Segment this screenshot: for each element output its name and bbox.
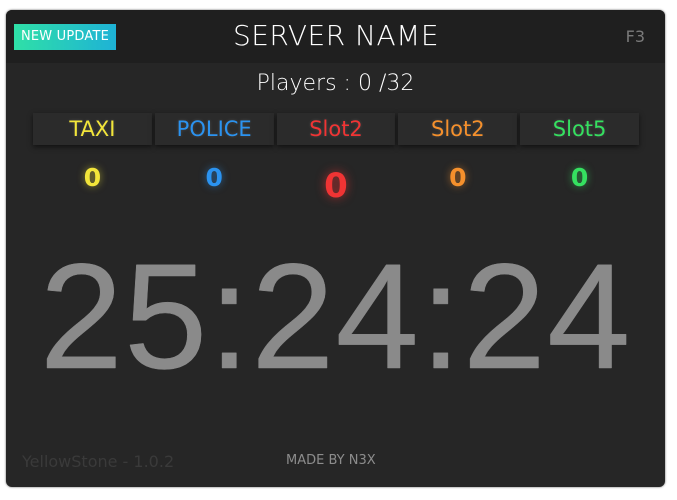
team-name-slot2-orange: Slot2 [398, 113, 518, 145]
team-count-police: 0 [205, 163, 223, 192]
credit-label: MADE BY N3X [286, 453, 376, 468]
team-count-taxi: 0 [83, 163, 102, 192]
team-name-police: POLICE [154, 113, 274, 145]
header-bar: NEW UPDATE SERVER NAME F3 [6, 10, 665, 63]
server-name-title: SERVER NAME [232, 19, 440, 52]
team-count-slot2-orange: 0 [449, 163, 467, 192]
team-name-slot5: Slot5 [520, 113, 639, 145]
server-clock: 25:24:24 [39, 232, 632, 400]
hotkey-label: F3 [625, 27, 645, 46]
new-update-button[interactable]: NEW UPDATE [14, 24, 116, 50]
team-name-slot2-red: Slot2 [276, 113, 396, 145]
team-count-row: 0 0 0 0 0 [33, 160, 639, 210]
scoreboard-panel: NEW UPDATE SERVER NAME F3 Players : 0 /3… [6, 10, 665, 487]
team-count-slot5: 0 [570, 163, 589, 192]
team-header-row: TAXI POLICE Slot2 Slot2 Slot5 [33, 113, 639, 145]
version-label: YellowStone - 1.0.2 [22, 452, 175, 471]
team-name-taxi: TAXI [33, 113, 152, 145]
player-count: Players : 0 /32 [256, 71, 415, 96]
team-count-slot2-red: 0 [324, 166, 348, 206]
